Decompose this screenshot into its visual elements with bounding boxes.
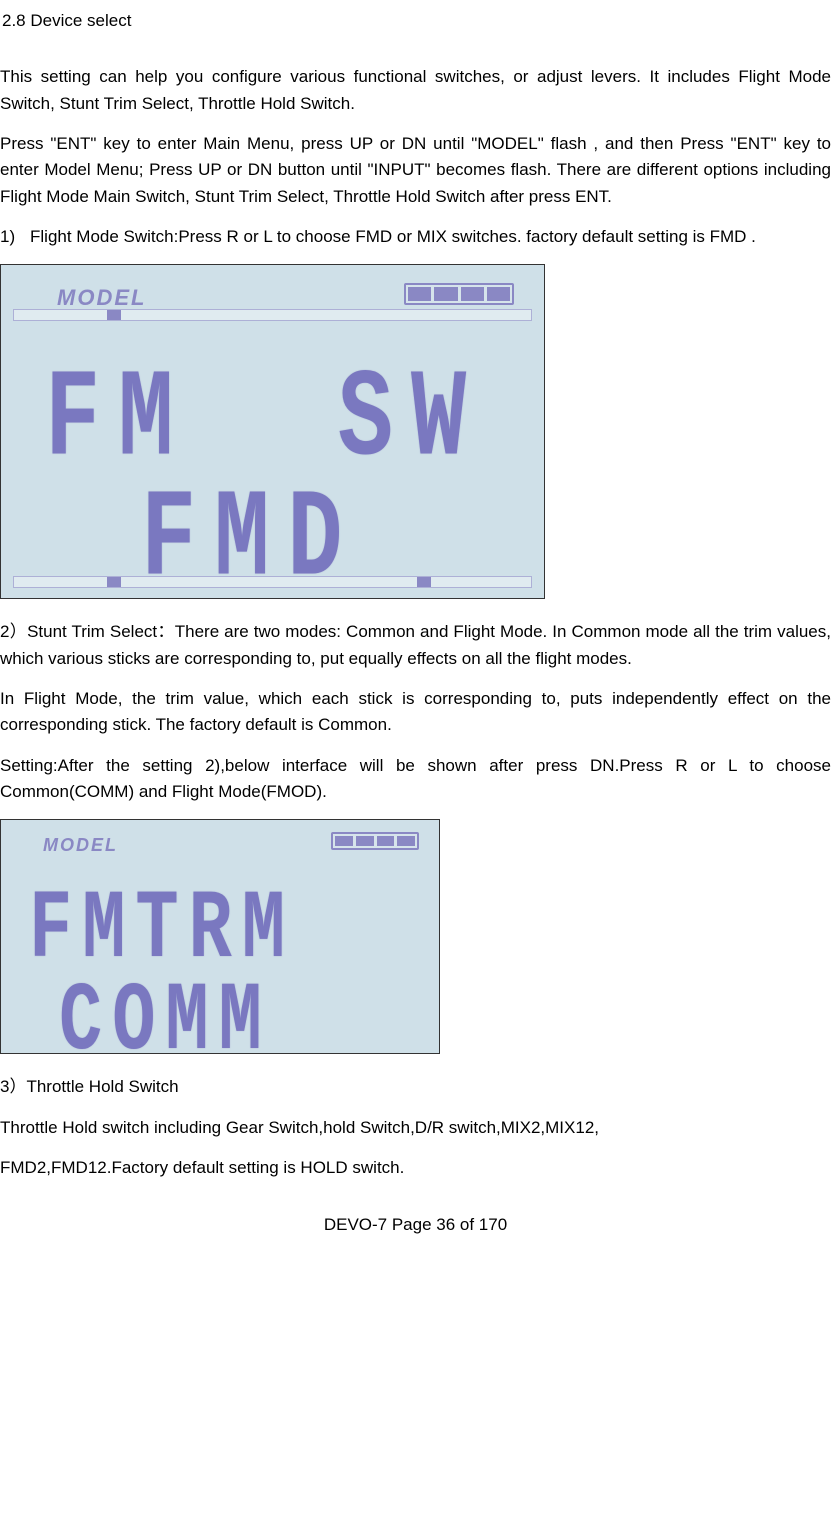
paragraph-intro: This setting can help you configure vari… bbox=[0, 64, 831, 117]
paragraph-setting: Setting:After the setting 2),below inter… bbox=[0, 753, 831, 806]
list-item-1-text: Flight Mode Switch:Press R or L to choos… bbox=[30, 224, 831, 250]
list-item-1: 1) Flight Mode Switch:Press R or L to ch… bbox=[0, 224, 831, 250]
list-item-1-number: 1) bbox=[0, 224, 30, 250]
paragraph-throttle-default: FMD2,FMD12.Factory default setting is HO… bbox=[0, 1155, 831, 1181]
paragraph-stunt-trim: 2）Stunt Trim Select：There are two modes:… bbox=[0, 619, 831, 672]
paragraph-throttle-heading: 3）Throttle Hold Switch bbox=[0, 1074, 831, 1100]
paragraph-flight-mode: In Flight Mode, the trim value, which ea… bbox=[0, 686, 831, 739]
lcd1-top-bar bbox=[13, 309, 532, 321]
section-heading: 2.8 Device select bbox=[0, 8, 831, 34]
paragraph-throttle-list: Throttle Hold switch including Gear Swit… bbox=[0, 1115, 831, 1141]
page-footer: DEVO-7 Page 36 of 170 bbox=[0, 1212, 831, 1238]
lcd2-battery-icon bbox=[331, 832, 419, 850]
paragraph-nav: Press "ENT" key to enter Main Menu, pres… bbox=[0, 131, 831, 210]
lcd-screenshot-fmtrm: MODEL FMTRM COMM bbox=[0, 819, 440, 1054]
lcd-screenshot-fm-sw: MODEL FM SW FMD bbox=[0, 264, 545, 599]
lcd2-row2: COMM bbox=[59, 948, 272, 1054]
lcd1-battery-icon bbox=[404, 283, 514, 305]
lcd1-bottom-bar bbox=[13, 576, 532, 588]
